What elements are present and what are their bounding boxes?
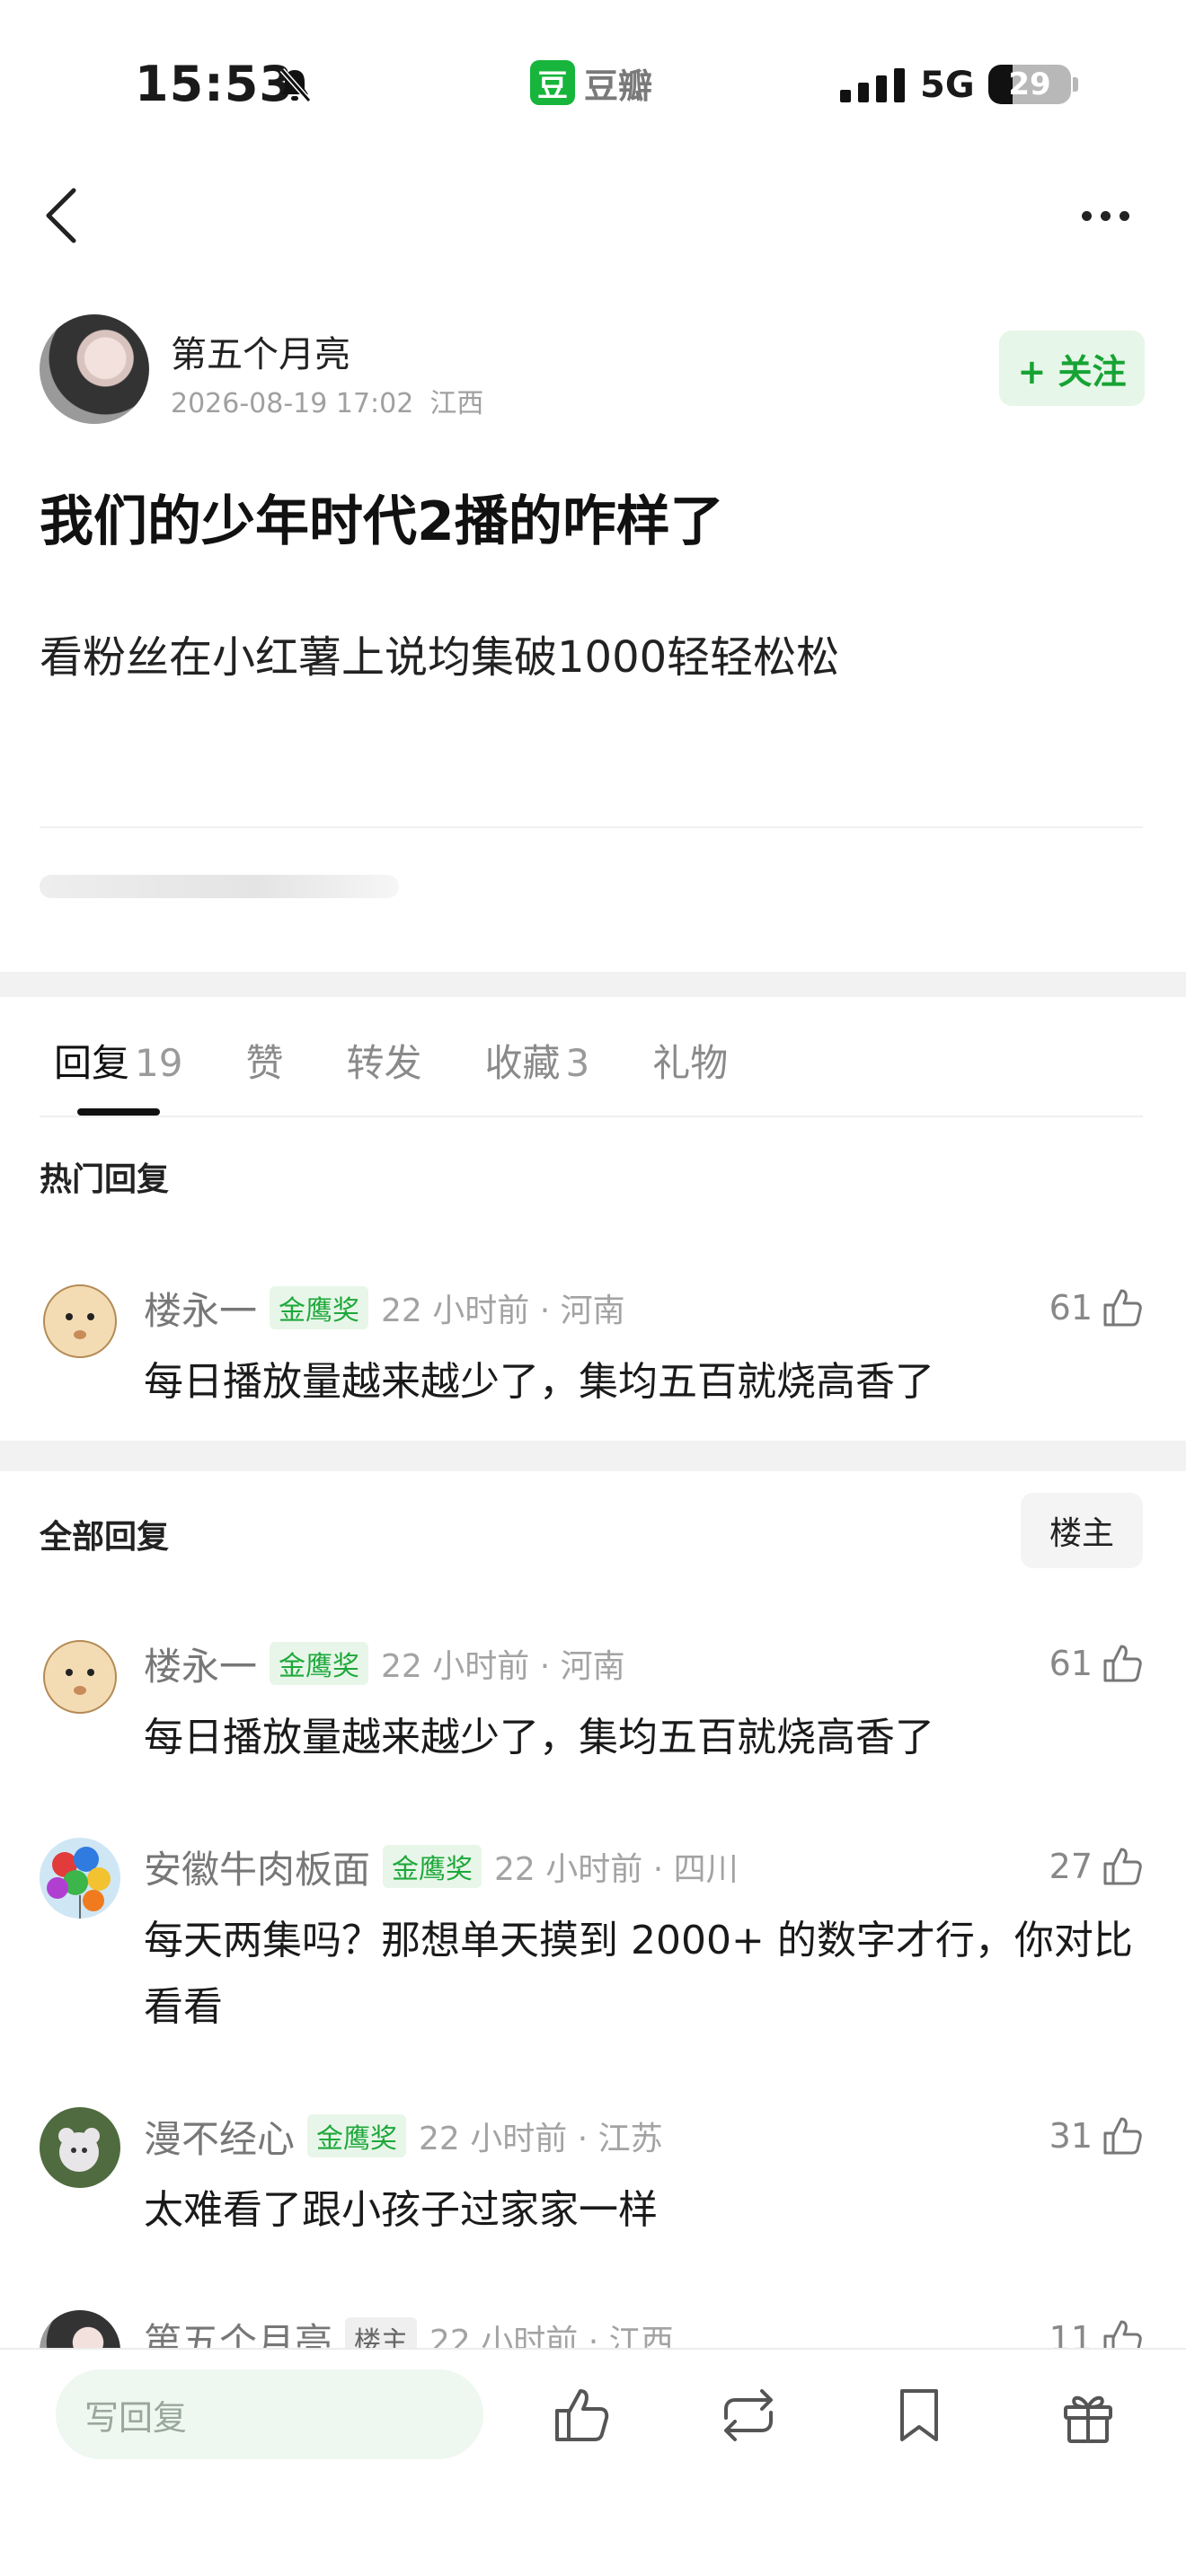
cartoon-face-avatar-icon	[40, 1279, 120, 1360]
douban-logo-icon: 豆	[530, 60, 575, 105]
award-badge: 金鹰奖	[270, 1642, 369, 1685]
tab-label: 礼物	[652, 1040, 729, 1085]
back-button[interactable]	[36, 180, 86, 251]
status-bar: 15:53 豆 豆瓣 5G 29	[0, 0, 1186, 171]
gift-button[interactable]	[1057, 2384, 1120, 2447]
post-location: 江西	[429, 388, 484, 419]
reaction-tabs: 回复 19 赞 转发 收藏 3 礼物	[54, 1024, 791, 1096]
comment-text: 太难看了跟小孩子过家家一样	[144, 2187, 658, 2233]
tab-count: 19	[135, 1040, 183, 1085]
chevron-left-icon	[46, 188, 76, 243]
tab-count: 3	[565, 1040, 590, 1085]
post-meta: 2026-08-19 17:02 江西	[171, 381, 483, 420]
comment-meta: 22 小时前 · 四川	[494, 1851, 739, 1888]
battery-percent: 29	[1008, 66, 1051, 102]
divider	[40, 1116, 1143, 1117]
post-title: 我们的少年时代2播的咋样了	[40, 490, 724, 553]
comment-text: 每天两集吗？那想单天摸到 2000+ 的数字才行，你对比看看	[144, 1918, 1133, 2030]
tab-label: 转发	[346, 1040, 422, 1085]
signal-icon	[840, 68, 905, 102]
author-avatar[interactable]	[40, 314, 149, 424]
plush-toy-avatar-icon	[40, 2107, 120, 2188]
comment-item[interactable]: 楼永一 金鹰奖 22 小时前 · 河南 61 每日播放量越来越少了，集均五百就烧…	[40, 1635, 1143, 1760]
network-type: 5G	[920, 65, 975, 106]
post-date: 2026-08-19 17:02	[171, 388, 414, 419]
like-count: 61	[1049, 1288, 1093, 1328]
tab-label: 回复	[54, 1040, 130, 1085]
thumbs-up-icon	[1103, 1848, 1142, 1885]
avatar[interactable]	[40, 1838, 120, 1919]
bottom-action-bar: 写回复	[0, 2348, 1186, 2576]
reply-input[interactable]: 写回复	[56, 2369, 483, 2459]
avatar[interactable]	[40, 1635, 120, 1716]
comment-meta: 22 小时前 · 江苏	[419, 2121, 663, 2157]
owner-only-filter-button[interactable]: 楼主	[1021, 1493, 1143, 1568]
all-replies-heading: 全部回复	[40, 1519, 170, 1556]
balloons-avatar-icon	[40, 1838, 120, 1919]
bookmark-button[interactable]	[888, 2384, 951, 2447]
comment-text: 每日播放量越来越少了，集均五百就烧高香了	[144, 1715, 934, 1760]
blurred-content	[40, 875, 399, 898]
like-button[interactable]: 31	[1049, 2111, 1143, 2161]
comment-item[interactable]: 安徽牛肉板面 金鹰奖 22 小时前 · 四川 27 每天两集吗？那想单天摸到 2…	[40, 1838, 1143, 2030]
award-badge: 金鹰奖	[307, 2114, 407, 2157]
tab-label: 收藏	[484, 1040, 561, 1085]
like-button[interactable]: 27	[1049, 1841, 1143, 1892]
award-badge: 金鹰奖	[270, 1286, 369, 1329]
comment-meta: 22 小时前 · 河南	[381, 1292, 625, 1329]
divider	[40, 826, 1143, 828]
avatar[interactable]	[40, 2107, 120, 2188]
post-body: 看粉丝在小红薯上说均集破1000轻轻松松	[40, 632, 840, 683]
more-button[interactable]	[1069, 193, 1141, 238]
like-count: 61	[1049, 1644, 1093, 1683]
tab-replies[interactable]: 回复 19	[54, 1033, 182, 1088]
commenter-name[interactable]: 漫不经心	[144, 2109, 295, 2164]
author-name[interactable]: 第五个月亮	[171, 325, 350, 377]
commenter-name[interactable]: 楼永一	[144, 1636, 257, 1691]
thumbs-up-icon	[1103, 1645, 1142, 1682]
status-time: 15:53	[135, 56, 294, 112]
commenter-name[interactable]: 安徽牛肉板面	[144, 1839, 370, 1894]
comment-item[interactable]: 楼永一 金鹰奖 22 小时前 · 河南 61 每日播放量越来越少了，集均五百就烧…	[40, 1279, 1143, 1405]
avatar[interactable]	[40, 1279, 120, 1360]
cartoon-face-avatar-icon	[40, 1635, 120, 1716]
tab-collections[interactable]: 收藏 3	[485, 1033, 590, 1088]
tab-gifts[interactable]: 礼物	[652, 1033, 728, 1088]
source-app-name: 豆瓣	[584, 66, 653, 106]
tab-likes[interactable]: 赞	[245, 1033, 283, 1088]
award-badge: 金鹰奖	[383, 1845, 482, 1888]
like-button[interactable]: 61	[1049, 1283, 1143, 1333]
comment-item[interactable]: 漫不经心 金鹰奖 22 小时前 · 江苏 31 太难看了跟小孩子过家家一样	[40, 2107, 1143, 2233]
like-count: 27	[1049, 1847, 1093, 1886]
battery-icon: 29	[988, 65, 1071, 104]
source-app: 豆 豆瓣	[530, 59, 652, 106]
thumbs-up-icon	[1103, 1289, 1142, 1327]
thumbs-up-icon	[1103, 2117, 1142, 2155]
comment-meta: 22 小时前 · 河南	[381, 1648, 625, 1685]
repost-button[interactable]	[717, 2384, 780, 2447]
tab-label: 赞	[245, 1040, 284, 1085]
section-gap	[0, 972, 1186, 997]
commenter-name[interactable]: 楼永一	[144, 1281, 257, 1336]
like-button[interactable]: 61	[1049, 1638, 1143, 1689]
comment-text: 每日播放量越来越少了，集均五百就烧高香了	[144, 1359, 934, 1405]
follow-button[interactable]: + 关注	[999, 331, 1145, 406]
hot-replies-heading: 热门回复	[40, 1161, 170, 1198]
more-icon	[1081, 210, 1092, 221]
bell-muted-icon	[279, 68, 312, 102]
like-count: 31	[1049, 2116, 1093, 2156]
tab-reposts[interactable]: 转发	[346, 1033, 421, 1088]
battery-cap	[1073, 77, 1078, 92]
like-post-button[interactable]	[550, 2384, 613, 2447]
section-gap	[0, 1441, 1186, 1471]
active-tab-indicator	[77, 1108, 160, 1116]
